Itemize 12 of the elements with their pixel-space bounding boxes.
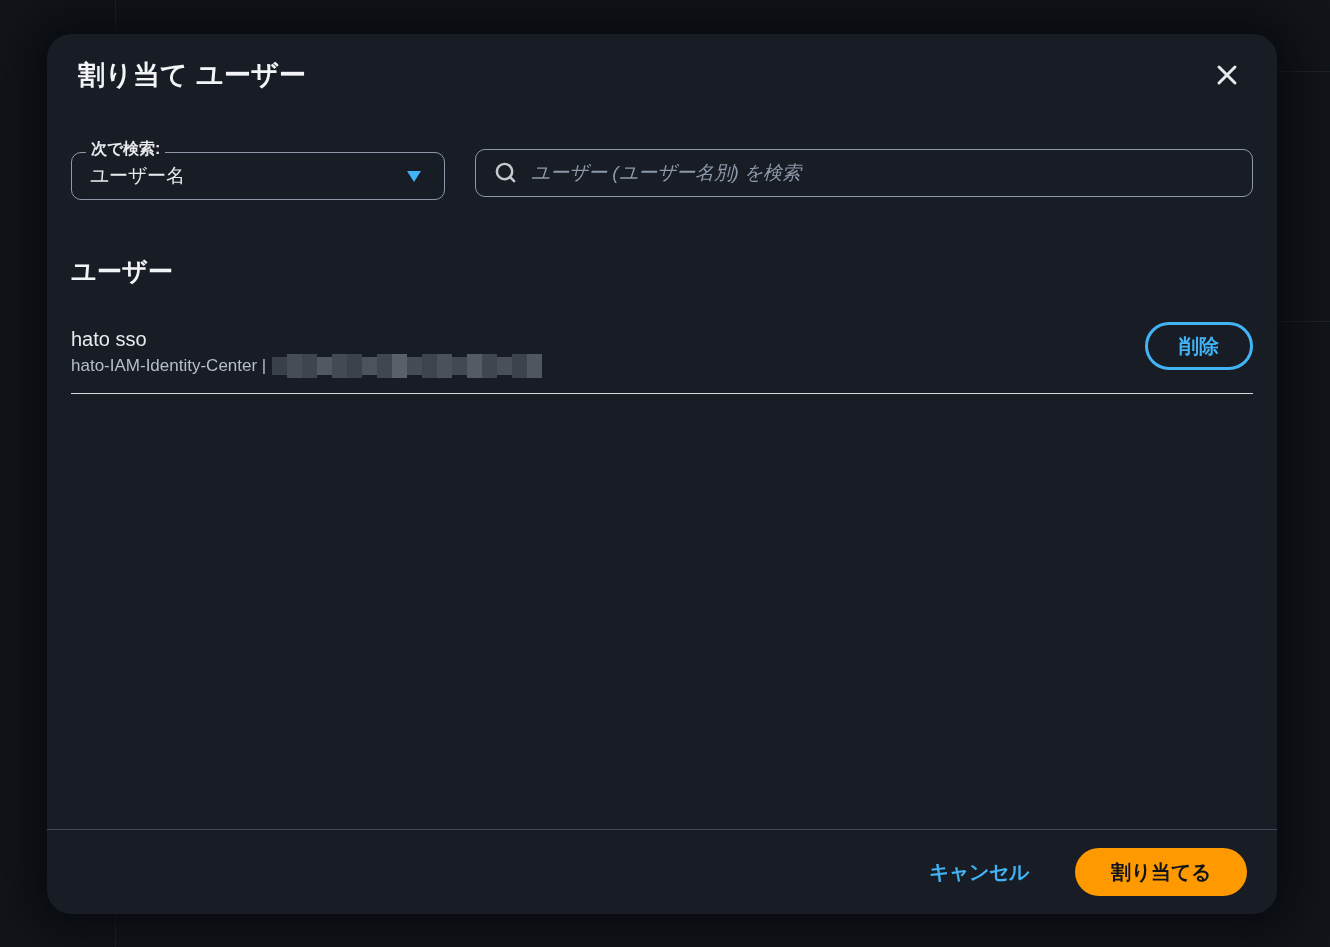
user-detail: hato-IAM-Identity-Center | <box>71 355 267 377</box>
remove-button[interactable]: 削除 <box>1145 321 1253 370</box>
section-heading: ユーザー <box>71 256 173 287</box>
search-field[interactable]: ユーザー (ユーザー名別) を検索 <box>475 149 1253 197</box>
user-name: hato sso <box>71 327 147 352</box>
dialog-title: 割り当て ユーザー <box>78 59 306 92</box>
cancel-button[interactable]: キャンセル <box>911 848 1047 896</box>
select-label: 次で検索: <box>86 138 166 160</box>
search-icon <box>494 161 517 184</box>
select-value: ユーザー名 <box>90 163 185 188</box>
caret-icon <box>407 170 421 182</box>
assign-button[interactable]: 割り当てる <box>1075 848 1247 896</box>
